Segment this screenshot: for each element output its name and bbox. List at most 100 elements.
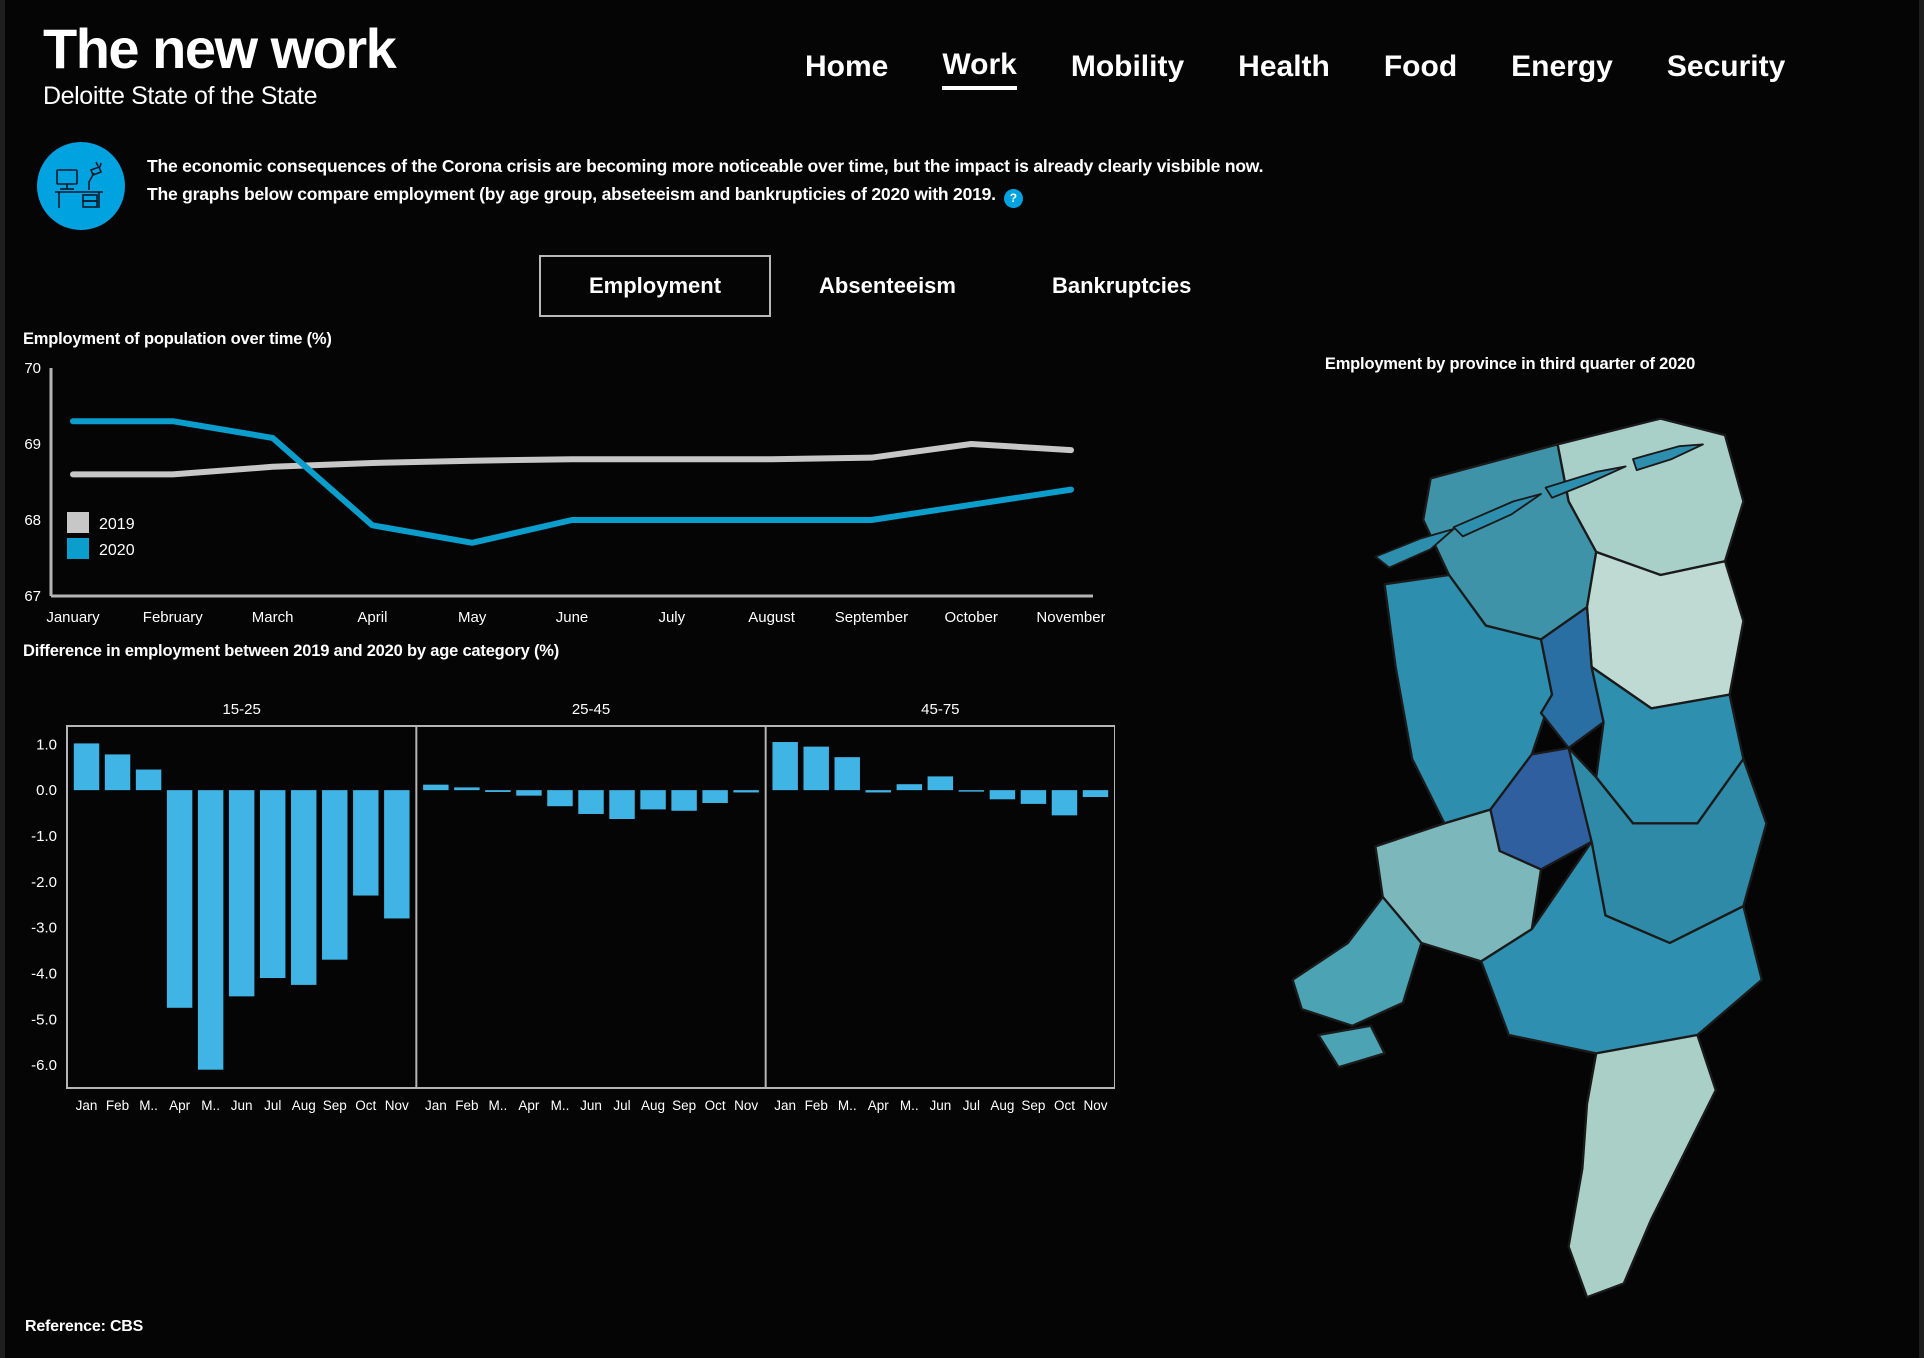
line-chart-title: Employment of population over time (%) xyxy=(23,330,332,348)
bar[interactable] xyxy=(671,790,697,811)
bar[interactable] xyxy=(516,790,542,796)
reference-label: Reference: CBS xyxy=(25,1318,144,1335)
bar[interactable] xyxy=(228,790,255,997)
bar[interactable] xyxy=(73,743,100,791)
x-axis-month-label: July xyxy=(658,609,685,626)
map-province-zeeland[interactable] xyxy=(1291,895,1423,1069)
nav-item-mobility[interactable]: Mobility xyxy=(1071,50,1184,88)
line-chart-svg: 70 69 68 67 January February March April May June… xyxy=(24,360,1105,626)
bar[interactable] xyxy=(485,790,511,792)
bar[interactable] xyxy=(803,746,829,791)
line-chart: 70 69 68 67 January February March April May June… xyxy=(5,356,1105,636)
bar[interactable] xyxy=(104,754,131,791)
bar[interactable] xyxy=(166,790,193,1008)
tab-absenteeism[interactable]: Absenteeism xyxy=(771,255,1004,317)
legend-label-2020: 2020 xyxy=(99,542,135,559)
bar-x-axis-month-label: Jan xyxy=(76,1098,98,1113)
bar[interactable] xyxy=(1051,790,1078,816)
bar-x-axis-month-label: M.. xyxy=(139,1098,158,1113)
line-series-2019 xyxy=(70,441,1074,478)
bar-chart-title: Difference in employment between 2019 an… xyxy=(23,642,560,660)
bar[interactable] xyxy=(423,784,449,791)
bar[interactable] xyxy=(322,790,348,960)
tab-employment[interactable]: Employment xyxy=(539,255,772,317)
bar[interactable] xyxy=(291,790,317,985)
help-icon[interactable]: ? xyxy=(1003,189,1023,208)
bar[interactable] xyxy=(733,790,759,793)
map-province-limburg[interactable] xyxy=(1567,1033,1717,1299)
bar-y-axis-tick-label: -2.0 xyxy=(31,874,57,891)
y-axis-tick-label: 67 xyxy=(24,588,41,605)
bar-x-axis-month-label: Jan xyxy=(425,1098,447,1113)
x-axis-month-label: October xyxy=(945,609,998,626)
bar[interactable] xyxy=(578,790,604,814)
bar[interactable] xyxy=(547,790,573,807)
map-provinces xyxy=(1291,417,1768,1299)
bar-x-axis-month-label: Apr xyxy=(518,1098,540,1113)
bar-y-axis-tick-label: -1.0 xyxy=(31,828,57,845)
bar-x-axis-month-label: Sep xyxy=(1021,1098,1045,1113)
bar-x-axis-month-label: Nov xyxy=(734,1098,758,1113)
intro-line-2-wrap: The graphs below compare employment (by … xyxy=(147,180,1247,208)
bar-x-axis-month-label: Feb xyxy=(805,1098,828,1113)
nav-item-food[interactable]: Food xyxy=(1384,50,1457,88)
nav-item-home[interactable]: Home xyxy=(805,50,888,88)
chart-tabs: Employment Absenteeism Bankruptcies xyxy=(539,255,1239,317)
bar-x-axis-month-label: Apr xyxy=(169,1098,191,1113)
desk-lamp-monitor-icon xyxy=(37,142,125,230)
bar-x-axis-month-label: Oct xyxy=(705,1098,726,1113)
nav-item-energy[interactable]: Energy xyxy=(1511,50,1613,88)
bar[interactable] xyxy=(958,790,985,792)
intro-line-2: The graphs below compare employment (by … xyxy=(147,184,996,204)
nav-item-security[interactable]: Security xyxy=(1667,50,1785,88)
y-axis-tick-label: 69 xyxy=(24,436,41,453)
y-axis-tick-label: 68 xyxy=(24,512,41,529)
bar-x-axis-month-label: Sep xyxy=(323,1098,347,1113)
bar[interactable] xyxy=(989,790,1016,800)
bar[interactable] xyxy=(865,790,891,793)
x-axis-month-label: September xyxy=(835,609,908,626)
bar-x-axis-month-label: Aug xyxy=(990,1098,1014,1113)
bar[interactable] xyxy=(896,784,923,791)
bar[interactable] xyxy=(609,790,635,820)
page-header: The new work Deloitte State of the State… xyxy=(5,0,1924,140)
bar[interactable] xyxy=(640,790,666,810)
line-chart-legend: 2019 2020 xyxy=(67,512,135,559)
bar[interactable] xyxy=(384,790,410,919)
nav-item-work[interactable]: Work xyxy=(942,48,1017,90)
bar-x-axis-month-label: Feb xyxy=(455,1098,478,1113)
bar[interactable] xyxy=(772,742,798,791)
page-subtitle: Deloitte State of the State xyxy=(43,82,318,110)
intro-text: The economic consequences of the Corona … xyxy=(147,152,1264,208)
intro-line-1: The economic consequences of the Corona … xyxy=(147,156,1264,176)
bar[interactable] xyxy=(834,757,860,791)
netherlands-map[interactable] xyxy=(1095,391,1924,1311)
bar-y-axis-tick-label: -4.0 xyxy=(31,965,57,982)
bar[interactable] xyxy=(454,787,480,791)
bar[interactable] xyxy=(353,790,379,896)
map-title: Employment by province in third quarter … xyxy=(1324,355,1696,373)
bar[interactable] xyxy=(135,769,162,791)
bar[interactable] xyxy=(259,790,286,979)
x-axis-month-label: February xyxy=(143,609,204,626)
bar-x-axis-month-label: Jul xyxy=(264,1098,281,1113)
x-axis-month-label: May xyxy=(458,609,487,626)
bar[interactable] xyxy=(1020,790,1047,804)
bar-panel-heading-45-75: 45-75 xyxy=(921,701,959,718)
nav-item-health[interactable]: Health xyxy=(1238,50,1330,88)
bar-x-axis-month-label: Jun xyxy=(929,1098,951,1113)
legend-swatch-2020 xyxy=(67,538,89,559)
bar-x-axis-month-label: M.. xyxy=(838,1098,857,1113)
x-axis-month-label: April xyxy=(357,609,387,626)
bar[interactable] xyxy=(702,790,728,803)
bar-x-axis-month-label: Jun xyxy=(580,1098,602,1113)
bar-panel-heading-25-45: 25-45 xyxy=(572,701,610,718)
bar[interactable] xyxy=(927,776,954,791)
dashboard-page: The new work Deloitte State of the State… xyxy=(0,0,1924,1358)
bar-y-axis-tick-label: -6.0 xyxy=(31,1057,57,1074)
bar[interactable] xyxy=(197,790,224,1070)
bar-x-axis-month-label: Feb xyxy=(106,1098,129,1113)
tab-bankruptcies[interactable]: Bankruptcies xyxy=(1004,255,1239,317)
bar-x-axis-month-label: Nov xyxy=(385,1098,409,1113)
bar-x-axis-month-label: Oct xyxy=(1054,1098,1075,1113)
